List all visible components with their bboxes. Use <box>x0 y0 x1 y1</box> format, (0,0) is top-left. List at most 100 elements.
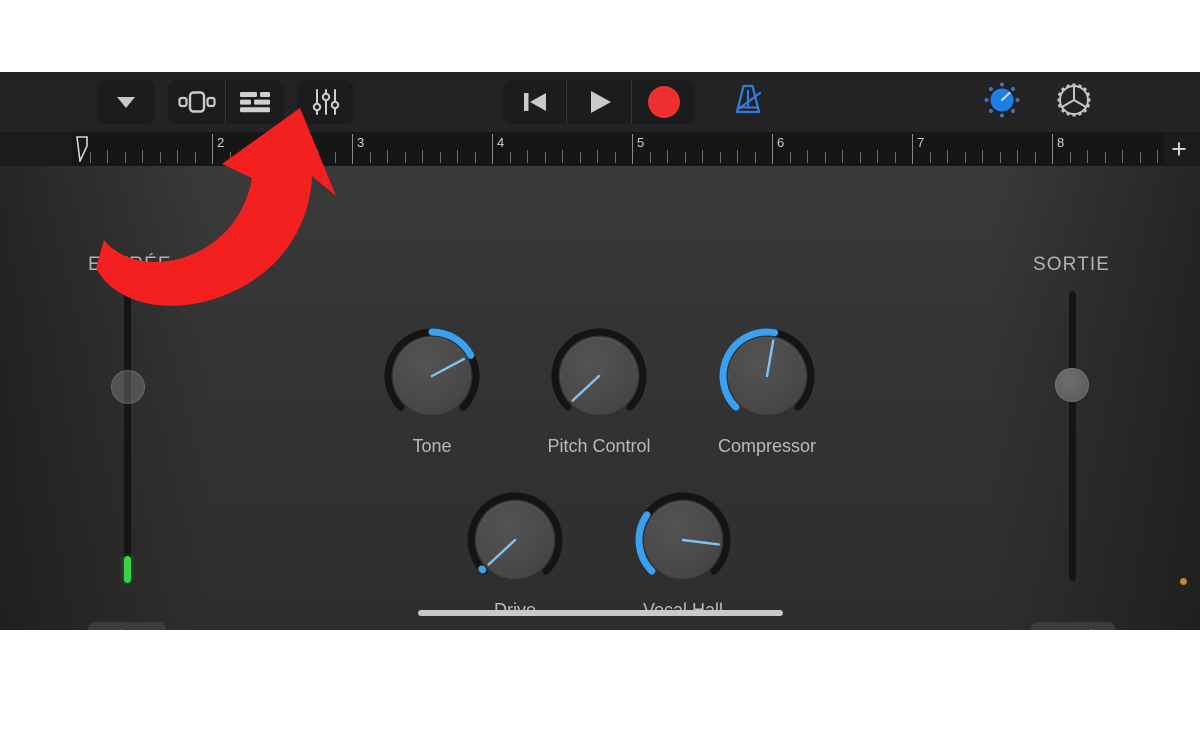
ruler-beat-tick <box>877 150 878 163</box>
tone-knob-label: Tone <box>412 436 452 456</box>
ruler-beat-tick <box>264 152 266 163</box>
ruler-beat-tick <box>422 150 423 163</box>
ruler-beat-tick <box>544 152 546 163</box>
ruler-beat-tick <box>124 152 126 163</box>
ruler-bar-label: 6 <box>777 135 785 150</box>
compressor-knob-label: Compressor <box>717 436 817 456</box>
ruler-bar-label: 5 <box>637 135 645 150</box>
song-sections-icon[interactable] <box>168 80 225 124</box>
chevron-down-icon[interactable] <box>97 80 155 124</box>
ruler-beat-tick <box>824 152 826 163</box>
timeline-ruler[interactable]: 2 3 4 5 6 7 8 + <box>0 132 1200 167</box>
ruler-beat-tick <box>527 150 528 163</box>
ruler-beat-tick <box>947 150 948 163</box>
add-track-button[interactable]: + <box>1166 136 1192 163</box>
ruler-beat-tick <box>159 152 161 163</box>
record-button[interactable] <box>632 80 695 124</box>
input-source-button[interactable]: Micro <box>88 622 166 630</box>
home-indicator <box>418 610 783 616</box>
ruler-beat-tick <box>807 150 808 163</box>
knob-fx-icon <box>980 78 1024 127</box>
monitor-indicator-dot <box>1180 578 1187 585</box>
ruler-beat-tick <box>369 152 371 163</box>
pitch-control-knob-label: Pitch Control <box>547 436 651 456</box>
play-button[interactable] <box>567 80 631 124</box>
track-view-icon[interactable] <box>226 80 284 124</box>
ruler-bar-label: 4 <box>497 135 505 150</box>
track-controls-panel: ENTRÉE Micro Canal SORTIE <box>0 166 1200 630</box>
metronome-button[interactable] <box>718 80 778 124</box>
ruler-beat-tick <box>649 152 651 163</box>
ruler-beat-tick <box>684 152 686 163</box>
input-fader-thumb[interactable] <box>111 370 145 404</box>
ruler-beat-tick <box>1017 150 1018 163</box>
track-controls-button[interactable] <box>297 80 354 124</box>
ruler-beat-tick <box>1069 152 1071 163</box>
ruler-beat-tick <box>579 152 581 163</box>
settings-button[interactable] <box>1044 80 1104 124</box>
playhead-marker[interactable] <box>76 136 89 164</box>
ruler-beat-tick <box>667 150 668 163</box>
ruler-beat-tick <box>894 152 896 163</box>
panel-right-shade <box>990 166 1200 630</box>
ruler-beat-tick <box>387 150 388 163</box>
toolbar <box>0 72 1200 132</box>
gear-icon <box>1054 80 1094 125</box>
knob-pointer <box>430 357 465 378</box>
pitch-control-knob[interactable]: Pitch Control <box>547 324 651 456</box>
transport-controls <box>503 80 695 124</box>
panel-left-shade <box>0 166 210 630</box>
ruler-beat-tick <box>737 150 738 163</box>
navigation-button[interactable] <box>97 80 155 124</box>
ruler-beat-tick <box>1034 152 1036 163</box>
output-fader-track[interactable] <box>1069 291 1076 581</box>
ruler-beat-tick <box>282 150 283 163</box>
ruler-beat-tick <box>614 152 616 163</box>
ruler-beat-tick <box>1139 152 1141 163</box>
ruler-beat-tick <box>982 150 983 163</box>
output-fader-thumb[interactable] <box>1055 368 1089 402</box>
vocal-hall-knob[interactable]: Vocal Hall <box>631 488 735 620</box>
knob-pointer <box>571 374 601 402</box>
output-section-title: SORTIE <box>1033 254 1110 275</box>
ruler-beat-tick <box>177 150 178 163</box>
ruler-beat-tick <box>107 150 108 163</box>
ruler-beat-tick <box>89 152 91 163</box>
fx-controls-button[interactable] <box>972 80 1032 124</box>
metronome-icon <box>729 81 767 124</box>
app-window: 2345678 + ENTRÉE SORTIE Tone Pitch Contr… <box>0 72 1200 630</box>
compressor-knob[interactable]: Compressor <box>715 324 819 456</box>
ruler-beat-tick <box>247 150 248 163</box>
input-jack-icon <box>180 250 210 281</box>
ruler-bar-label: 8 <box>1057 135 1065 150</box>
monitor-mute-button[interactable]: Coupée <box>1031 622 1115 630</box>
ruler-beat-tick <box>334 152 336 163</box>
ruler-beat-tick <box>509 152 511 163</box>
ruler-beat-tick <box>562 150 563 163</box>
ruler-beat-tick <box>597 150 598 163</box>
input-fader-track[interactable] <box>124 291 131 581</box>
ruler-beat-tick <box>842 150 843 163</box>
drive-knob[interactable]: Drive <box>463 488 567 620</box>
ruler-bar-label: 7 <box>917 135 925 150</box>
ruler-beat-tick <box>194 152 196 163</box>
ruler-beat-tick <box>1104 152 1106 163</box>
ruler-beat-tick <box>754 152 756 163</box>
knob-pointer <box>681 538 720 546</box>
rewind-button[interactable] <box>503 80 566 124</box>
ruler-beat-tick <box>789 152 791 163</box>
ruler-bar-label: 2 <box>217 135 225 150</box>
ruler-beat-tick <box>702 150 703 163</box>
ruler-beat-tick <box>299 152 301 163</box>
ruler-beat-tick <box>929 152 931 163</box>
ruler-bar-label: 3 <box>357 135 365 150</box>
ruler-beat-tick <box>719 152 721 163</box>
knob-pointer <box>765 339 775 378</box>
ruler-beat-tick <box>474 152 476 163</box>
tone-knob[interactable]: Tone <box>380 324 484 456</box>
ruler-beat-tick <box>229 152 231 163</box>
mixer-sliders-icon[interactable] <box>297 80 354 124</box>
screenshot-root: 2345678 + ENTRÉE SORTIE Tone Pitch Contr… <box>0 0 1200 750</box>
ruler-beat-tick <box>1087 150 1088 163</box>
ruler-beat-tick <box>859 152 861 163</box>
